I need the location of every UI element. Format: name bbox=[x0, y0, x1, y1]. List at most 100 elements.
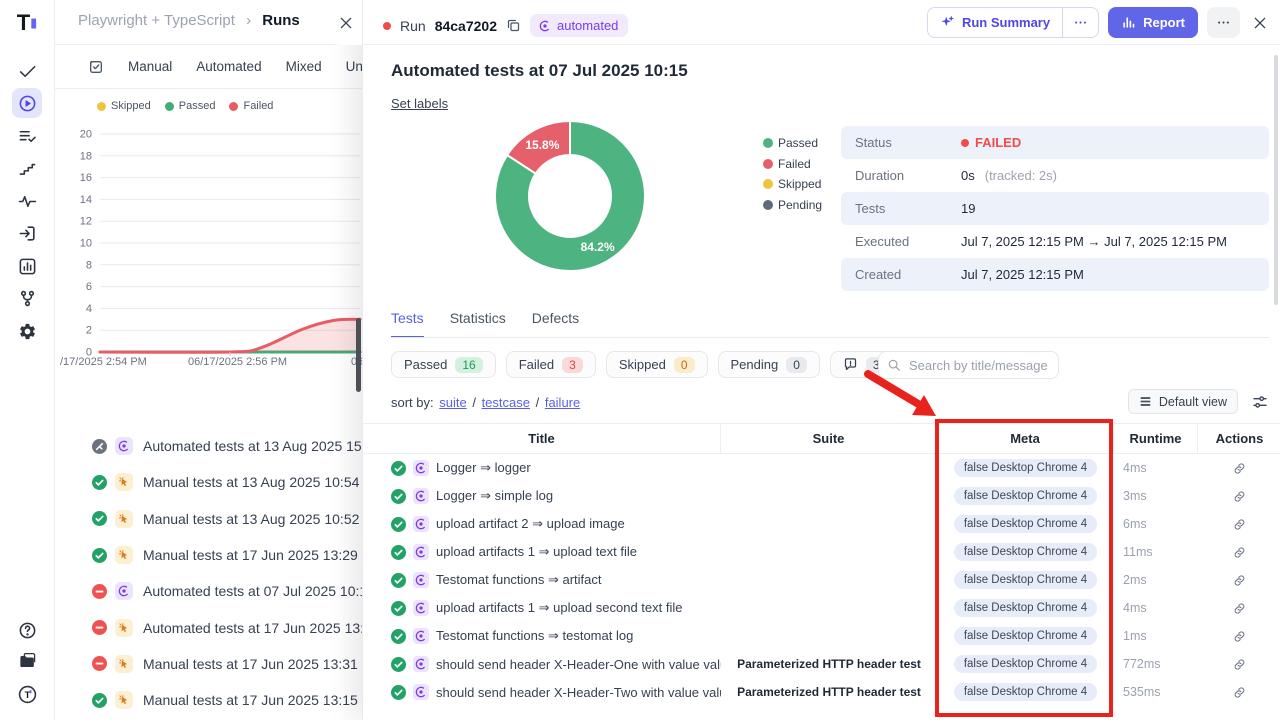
table-row[interactable]: upload artifacts 1 ⇒ upload second text … bbox=[363, 594, 1280, 622]
passed-icon bbox=[391, 545, 406, 560]
sidebar-item-docs[interactable] bbox=[12, 646, 42, 676]
link-icon[interactable] bbox=[1233, 490, 1246, 503]
runs-tab-mixed[interactable]: Mixed bbox=[286, 59, 322, 74]
runs-panel-scrollbar[interactable] bbox=[356, 318, 361, 392]
legend-dot bbox=[97, 102, 106, 111]
sort-link-testcase[interactable]: testcase bbox=[482, 395, 530, 410]
detail-panel-close-tab[interactable] bbox=[330, 0, 362, 45]
run-list-item[interactable]: Manual tests at 17 Jun 2025 13:15from bbox=[55, 682, 362, 718]
runtime-cell: 1ms bbox=[1114, 622, 1198, 650]
link-icon[interactable] bbox=[1233, 602, 1246, 615]
info-value: Jul 7, 2025 12:15 PM bbox=[961, 267, 1084, 282]
run-list-item[interactable]: Manual tests at 13 Aug 2025 10:542 bbox=[55, 464, 362, 500]
sidebar-item-import[interactable] bbox=[12, 218, 42, 248]
title-cell[interactable]: Logger ⇒ simple log bbox=[363, 482, 721, 510]
checkbox-icon[interactable] bbox=[88, 59, 104, 75]
title-cell[interactable]: Testomat functions ⇒ artifact bbox=[363, 566, 721, 594]
sidebar-item-test-plans[interactable] bbox=[12, 121, 42, 151]
link-icon[interactable] bbox=[1233, 546, 1246, 559]
filter-failed[interactable]: Failed3 bbox=[506, 351, 596, 378]
list-view-icon bbox=[1139, 395, 1152, 408]
run-list-item[interactable]: Manual tests at 13 Aug 2025 10:52from bbox=[55, 501, 362, 537]
run-list-item[interactable]: Manual tests at 17 Jun 2025 13:29from bbox=[55, 537, 362, 573]
search-input[interactable] bbox=[907, 357, 1050, 374]
trend-x-axis-labels: /17/2025 2:54 PM 06/17/2025 2:56 PM 06/1… bbox=[55, 356, 362, 372]
sidebar-item-analytics[interactable] bbox=[12, 251, 42, 281]
run-type-chip bbox=[115, 691, 133, 709]
link-icon[interactable] bbox=[1233, 630, 1246, 643]
runs-tab-unfini[interactable]: Unfini bbox=[346, 59, 362, 74]
table-row[interactable]: upload artifacts 1 ⇒ upload text filefal… bbox=[363, 538, 1280, 566]
title-cell[interactable]: should send header X-Header-Two with val… bbox=[363, 678, 721, 706]
title-cell[interactable]: upload artifacts 1 ⇒ upload second text … bbox=[363, 594, 721, 622]
link-icon[interactable] bbox=[1233, 518, 1246, 531]
table-row[interactable]: Logger ⇒ loggerfalse Desktop Chrome 44ms bbox=[363, 454, 1280, 482]
meta-cell: false Desktop Chrome 4 bbox=[937, 622, 1114, 650]
column-header-suite[interactable]: Suite bbox=[721, 424, 937, 453]
automated-icon bbox=[414, 517, 428, 531]
title-cell[interactable]: Testomat functions ⇒ testomat log bbox=[363, 622, 721, 650]
sidebar-item-milestones[interactable] bbox=[12, 153, 42, 183]
title-cell[interactable]: Logger ⇒ logger bbox=[363, 454, 721, 482]
column-header-title[interactable]: Title bbox=[363, 424, 721, 453]
filter-skipped[interactable]: Skipped0 bbox=[606, 351, 708, 378]
more-actions-button[interactable] bbox=[1207, 7, 1240, 38]
sort-link-suite[interactable]: suite bbox=[439, 395, 466, 410]
sidebar-item-runs[interactable] bbox=[12, 88, 42, 118]
sidebar-item-help[interactable] bbox=[12, 615, 42, 645]
link-icon[interactable] bbox=[1233, 686, 1246, 699]
detail-panel-scrollbar[interactable] bbox=[1274, 55, 1278, 305]
close-icon[interactable] bbox=[338, 15, 354, 31]
legend-label: Skipped bbox=[778, 177, 821, 191]
table-row[interactable]: upload artifact 2 ⇒ upload imagefalse De… bbox=[363, 510, 1280, 538]
panel-close-button[interactable] bbox=[1249, 12, 1271, 34]
app-logo[interactable]: T▮ bbox=[12, 8, 42, 38]
run-summary-button[interactable]: Run Summary bbox=[928, 15, 1062, 30]
runs-tab-automated[interactable]: Automated bbox=[196, 59, 261, 74]
sidebar-item-settings[interactable] bbox=[12, 316, 42, 346]
breadcrumb-current[interactable]: Runs bbox=[262, 12, 300, 29]
link-icon[interactable] bbox=[1233, 658, 1246, 671]
sidebar-item-branches[interactable] bbox=[12, 283, 42, 313]
tab-tests[interactable]: Tests bbox=[391, 310, 424, 338]
avatar[interactable]: T bbox=[12, 679, 42, 709]
title-cell[interactable]: upload artifacts 1 ⇒ upload text file bbox=[363, 538, 721, 566]
breadcrumb-separator: › bbox=[246, 12, 251, 29]
default-view-button[interactable]: Default view bbox=[1128, 389, 1238, 414]
column-header-actions[interactable]: Actions bbox=[1198, 424, 1280, 453]
table-row[interactable]: should send header X-Header-One with val… bbox=[363, 650, 1280, 678]
tab-defects[interactable]: Defects bbox=[532, 310, 579, 338]
link-icon[interactable] bbox=[1233, 462, 1246, 475]
tab-statistics[interactable]: Statistics bbox=[450, 310, 506, 338]
title-cell[interactable]: should send header X-Header-One with val… bbox=[363, 650, 721, 678]
table-row[interactable]: Testomat functions ⇒ artifactfalse Deskt… bbox=[363, 566, 1280, 594]
run-list-item[interactable]: Automated tests at 17 Jun 2025 13:30 bbox=[55, 609, 362, 645]
column-header-runtime[interactable]: Runtime bbox=[1114, 424, 1198, 453]
breadcrumb-project[interactable]: Playwright + TypeScript bbox=[78, 12, 235, 29]
meta-cell: false Desktop Chrome 4 bbox=[937, 482, 1114, 510]
run-summary-more-button[interactable] bbox=[1062, 8, 1098, 37]
svg-text:14: 14 bbox=[80, 194, 92, 206]
runs-tab-manual[interactable]: Manual bbox=[128, 59, 172, 74]
table-row[interactable]: Logger ⇒ simple log false Desktop Chrome … bbox=[363, 482, 1280, 510]
report-button[interactable]: Report bbox=[1108, 7, 1198, 38]
table-row[interactable]: Testomat functions ⇒ testomat log false D… bbox=[363, 622, 1280, 650]
filter-pending[interactable]: Pending0 bbox=[718, 351, 820, 378]
run-type-badge[interactable]: automated bbox=[530, 14, 628, 37]
set-labels-link[interactable]: Set labels bbox=[391, 96, 448, 111]
test-type-chip bbox=[413, 516, 429, 532]
copy-icon[interactable] bbox=[506, 18, 521, 33]
sidebar-item-pulse[interactable] bbox=[12, 186, 42, 216]
sliders-icon[interactable] bbox=[1252, 394, 1268, 410]
title-cell[interactable]: upload artifact 2 ⇒ upload image bbox=[363, 510, 721, 538]
run-list-item[interactable]: Manual tests at 17 Jun 2025 13:31from bbox=[55, 646, 362, 682]
table-row[interactable]: should send header X-Header-Two with val… bbox=[363, 678, 1280, 706]
link-icon[interactable] bbox=[1233, 574, 1246, 587]
run-list-item[interactable]: Automated tests at 07 Jul 2025 10:15 bbox=[55, 573, 362, 609]
close-icon[interactable] bbox=[1252, 15, 1268, 31]
run-list-item[interactable]: Automated tests at 13 Aug 2025 15:53 bbox=[55, 428, 362, 464]
sort-link-failure[interactable]: failure bbox=[545, 395, 580, 410]
column-header-meta[interactable]: Meta bbox=[937, 424, 1114, 453]
filter-passed[interactable]: Passed16 bbox=[391, 351, 496, 378]
sidebar-item-tests[interactable] bbox=[12, 56, 42, 86]
